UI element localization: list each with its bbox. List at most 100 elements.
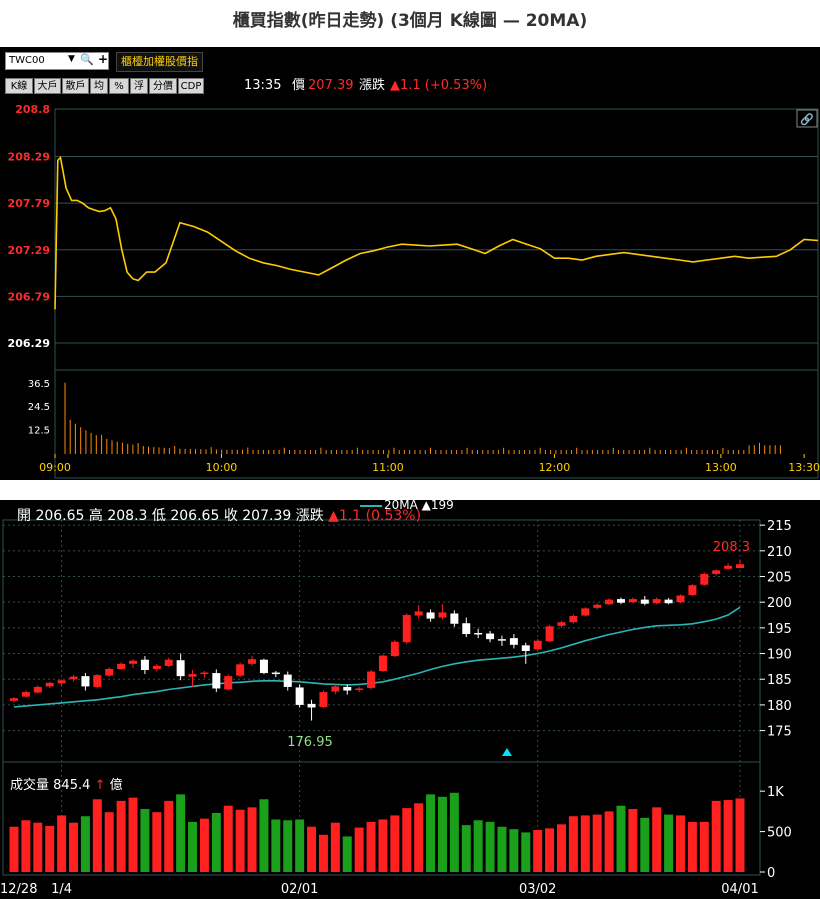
close-value: 207.39	[242, 508, 292, 524]
volume-bar	[473, 820, 483, 872]
kline-panel: 215 210 205 200 195 190 185 180 175 1K 500 0 12/28 1/…	[0, 498, 820, 899]
ma20-line	[13, 606, 741, 708]
price-tick-label: 206.29	[8, 337, 50, 350]
date-tick-label: 12/28	[0, 882, 37, 897]
volume-bar	[92, 799, 102, 872]
candle-body	[283, 674, 292, 687]
volume-bar	[509, 829, 519, 872]
volume-bar	[449, 792, 459, 872]
volume-bar	[223, 805, 233, 872]
date-tick-label: 02/01	[281, 882, 318, 897]
volume-bar	[735, 798, 745, 872]
candle-body	[307, 703, 316, 708]
volume-bar	[592, 814, 602, 872]
candle-body	[426, 612, 435, 619]
volume-tick-label: 12.5	[28, 426, 50, 437]
volume-tick-label: 500	[767, 826, 792, 841]
candle-body	[450, 613, 459, 624]
volume-bar	[57, 815, 67, 872]
volume-bar	[461, 825, 471, 872]
candle-body	[331, 686, 340, 692]
volume-bar	[80, 816, 90, 872]
candle-body	[367, 671, 376, 688]
price-tick-label: 190	[767, 648, 792, 663]
volume-bar	[366, 821, 376, 872]
volume-bar	[271, 819, 281, 872]
volume-bar	[580, 815, 590, 872]
low-value: 206.65	[170, 508, 220, 524]
price-tick-label: 208.29	[8, 151, 50, 164]
volume-bar	[318, 834, 328, 872]
volume-bar	[21, 820, 31, 872]
volume-bar	[104, 812, 114, 872]
high-label: 高	[88, 508, 103, 524]
ma-legend-swatch	[360, 504, 382, 507]
volume-bar	[604, 811, 614, 872]
volume-bar	[176, 794, 186, 872]
volume-bar	[402, 808, 412, 872]
volume-bar	[188, 821, 198, 872]
candle-body	[462, 623, 471, 635]
volume-value: 845.4	[53, 778, 91, 793]
price-line	[54, 155, 819, 310]
candle-body	[176, 660, 185, 677]
candle-body	[557, 622, 566, 626]
low-label: 低	[151, 508, 166, 524]
volume-label: 成交量	[10, 778, 50, 793]
candle-body	[486, 633, 495, 640]
candle-body	[652, 599, 661, 604]
price-tick-label: 195	[767, 622, 792, 637]
candle-body	[152, 665, 161, 669]
volume-bar	[140, 808, 150, 872]
candle-body	[402, 615, 411, 643]
candle-body	[509, 638, 518, 645]
volume-bar	[568, 816, 578, 872]
volume-bar	[556, 824, 566, 872]
candle-body	[521, 645, 530, 651]
volume-bar	[283, 820, 293, 872]
candle-body	[569, 616, 578, 623]
open-label: 開	[17, 508, 31, 524]
volume-bar	[675, 815, 685, 872]
candle-body	[378, 655, 387, 672]
candle-body	[688, 585, 697, 595]
candle-body	[69, 676, 78, 680]
candle-body	[545, 626, 554, 642]
time-tick-label: 09:00	[39, 461, 71, 474]
open-value: 206.65	[35, 508, 85, 524]
volume-tick-label: 1K	[767, 785, 784, 800]
candle-body	[414, 611, 423, 616]
volume-bar	[128, 797, 138, 872]
volume-bar	[330, 822, 340, 872]
volume-bar	[390, 815, 400, 872]
candle-body	[474, 633, 483, 635]
volume-bar	[616, 805, 626, 872]
candle-body	[581, 608, 590, 616]
candle-body	[236, 664, 245, 676]
candle-body	[200, 672, 209, 675]
volume-bar	[533, 829, 543, 872]
link-icon[interactable]: 🔗	[796, 109, 818, 128]
candle-body	[212, 673, 221, 689]
volume-bar	[45, 825, 55, 872]
page-title: 櫃買指數(昨日走勢) (3個月 K線圖 — 20MA)	[232, 11, 588, 31]
candle-body	[700, 573, 709, 585]
price-tick-label: 205	[767, 571, 792, 586]
time-tick-label: 11:00	[372, 461, 404, 474]
price-tick-label: 215	[767, 519, 792, 534]
price-tick-label: 200	[767, 596, 792, 611]
price-tick-label: 180	[767, 699, 792, 714]
intraday-chart: 208.8 208.29 207.79 207.29 206.79 206.29 36.5 2…	[8, 103, 820, 479]
candle-body	[712, 570, 721, 574]
volume-bar	[378, 819, 388, 872]
candle-body	[21, 692, 30, 697]
candle-body	[664, 599, 673, 604]
date-tick-label: 04/01	[721, 882, 758, 897]
candle-body	[616, 599, 625, 603]
candle-body	[117, 663, 126, 669]
price-tick-label: 185	[767, 673, 792, 688]
volume-bar	[628, 808, 638, 872]
svg-text:🔗: 🔗	[800, 112, 814, 126]
volume-legend: 成交量 845.4 ↑ 億	[10, 774, 123, 793]
ma-legend: 20MA ▲199	[360, 498, 454, 512]
